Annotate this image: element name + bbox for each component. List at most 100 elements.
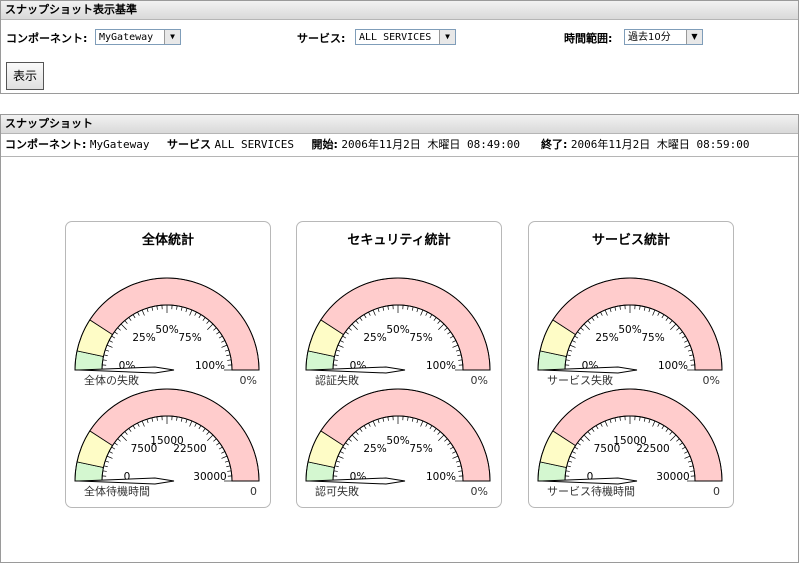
gauge-tick xyxy=(583,434,590,441)
gauge-tick xyxy=(114,331,118,335)
gauge-tick xyxy=(189,309,193,316)
gauge-tick xyxy=(614,306,617,311)
gauge-tick-label: 25% xyxy=(363,332,386,344)
gauge-tick xyxy=(124,320,128,324)
gauge: 0%25%50%75%100%認証失敗 0% xyxy=(305,277,491,387)
gauge-tick xyxy=(580,438,584,442)
gauge-tick xyxy=(108,340,113,343)
gauge-tick xyxy=(648,419,651,424)
gauge-tick xyxy=(449,335,454,339)
gauge-tick xyxy=(372,420,376,427)
gauge-tick xyxy=(425,422,428,427)
gauge-tick xyxy=(577,442,581,446)
gauge-tick xyxy=(452,451,457,454)
gauge-value: 0% xyxy=(703,374,720,387)
gauge-tick xyxy=(670,323,677,330)
gauge-tick xyxy=(574,446,579,450)
gauge-tick xyxy=(458,470,463,472)
gauge-tick xyxy=(185,419,188,424)
gauge-tick xyxy=(619,305,621,310)
component-select[interactable]: MyGateway ▼ xyxy=(95,29,181,45)
gauge-tick xyxy=(342,335,347,339)
gauge: 07500150002250030000サービス待機時間 0 xyxy=(537,388,723,498)
gauge-tick xyxy=(146,308,149,313)
gauge-tick xyxy=(643,417,646,422)
gauge-tick xyxy=(137,311,140,316)
gauge-tick xyxy=(334,465,339,468)
gauge-tick xyxy=(652,420,656,427)
gauge-tick xyxy=(176,305,178,310)
gauge-tick xyxy=(416,308,419,313)
gauge-tick xyxy=(339,340,344,343)
gauge-tick xyxy=(420,309,424,316)
gauge: 0%25%50%75%100%サービス失敗 0% xyxy=(537,277,723,387)
gauge-tick xyxy=(333,359,338,361)
gauge-value: 0% xyxy=(471,374,488,387)
display-button[interactable]: 表示 xyxy=(6,62,44,90)
time-range-select[interactable]: 過去10分 ▼ xyxy=(624,29,703,45)
gauge-tick xyxy=(377,308,380,313)
gauge-tick xyxy=(382,417,385,422)
gauge-tick xyxy=(447,331,451,335)
gauge-tick xyxy=(337,455,344,459)
overall-stats-card: 全体統計 0% 25% 50% 75% 100% 全体の失敗 0% 0 7500 15000 225… xyxy=(65,221,271,508)
gauge-tick xyxy=(151,417,154,422)
gauge-tick xyxy=(218,335,223,339)
gauge-tick xyxy=(207,323,214,330)
gauge-tick xyxy=(368,311,371,316)
gauge-tick xyxy=(661,425,665,430)
gauge-tick xyxy=(185,308,188,313)
service-select[interactable]: ALL SERVICES ▼ xyxy=(355,29,456,45)
gauge-tick xyxy=(103,354,108,357)
gauge-tick xyxy=(382,306,385,311)
gauge-tick xyxy=(411,417,414,422)
gauge-tick xyxy=(687,460,692,463)
gauge-tick xyxy=(105,349,110,352)
chevron-down-icon[interactable]: ▼ xyxy=(439,30,455,44)
gauge-tick xyxy=(665,428,669,432)
gauge-tick xyxy=(117,438,121,442)
gauge-tick xyxy=(176,416,178,421)
gauge-tick-label: 25% xyxy=(363,443,386,455)
gauge-tick xyxy=(359,317,363,321)
gauge-tick xyxy=(684,344,691,348)
gauge-tick xyxy=(619,416,621,421)
gauge-tick xyxy=(105,460,110,463)
gauge-tick xyxy=(224,460,229,463)
gauge-tick xyxy=(198,314,202,319)
gauge-tick-label: 50% xyxy=(155,324,178,336)
snapshot-start-label: 開始: xyxy=(311,138,338,151)
gauge-tick xyxy=(595,425,599,430)
gauge-tick xyxy=(102,470,107,472)
gauge-tick xyxy=(689,354,694,357)
gauge-tick xyxy=(565,359,570,361)
gauge-tick xyxy=(216,442,220,446)
gauge-tick-label: 30000 xyxy=(656,471,689,483)
gauge-tick xyxy=(180,417,183,422)
gauge-tick xyxy=(669,320,673,324)
gauge-tick xyxy=(437,431,441,435)
gauge-tick xyxy=(571,340,576,343)
gauge-tick xyxy=(416,419,419,424)
gauge-tick xyxy=(106,455,113,459)
gauge-tick xyxy=(224,349,229,352)
gauge-tick-label: 100% xyxy=(195,360,225,372)
gauge-tick-label: 75% xyxy=(178,332,201,344)
gauge-tick xyxy=(600,311,603,316)
gauge-tick xyxy=(639,305,641,310)
service-gauges: 0%25%50%75%100%サービス失敗 0%07500150002250030… xyxy=(537,277,723,498)
chevron-down-icon[interactable]: ▼ xyxy=(686,30,702,44)
gauge-tick xyxy=(429,425,433,430)
gauge-tick xyxy=(639,416,641,421)
service-stats-card: サービス統計 0% 25% 50% 75% 100% サービス失敗 0% 0 7500 15000… xyxy=(528,221,734,508)
gauge-tick xyxy=(574,335,579,339)
gauge-tick xyxy=(679,442,683,446)
gauge-tick xyxy=(120,434,127,441)
gauge-tick xyxy=(687,349,692,352)
gauge: 0%25%50%75%100%認可失敗 0% xyxy=(305,388,491,498)
gauge-tick xyxy=(368,422,371,427)
gauge-tick xyxy=(342,446,347,450)
snapshot-end-value: 2006年11月2日 木曜日 08:59:00 xyxy=(570,138,750,151)
service-filter: サービス: ALL SERVICES ▼ xyxy=(297,29,456,48)
chevron-down-icon[interactable]: ▼ xyxy=(164,30,180,44)
